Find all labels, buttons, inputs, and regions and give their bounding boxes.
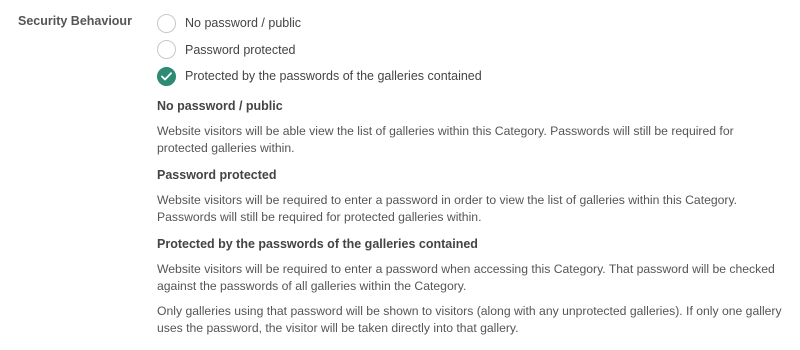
security-behaviour-field: No password / public Password protected …: [157, 10, 787, 346]
security-behaviour-help: No password / public Website visitors wi…: [157, 97, 787, 337]
radio-label-password-protected[interactable]: Password protected: [185, 43, 295, 57]
help-text-gallery-passwords-1: Website visitors will be required to ent…: [157, 261, 775, 293]
help-section-password-protected: Password protected Website visitors will…: [157, 166, 787, 226]
radio-gallery-passwords[interactable]: [157, 66, 176, 86]
radio-label-gallery-passwords[interactable]: Protected by the passwords of the galler…: [185, 69, 482, 83]
help-title-gallery-passwords: Protected by the passwords of the galler…: [157, 236, 478, 251]
help-text-gallery-passwords-2: Only galleries using that password will …: [157, 303, 782, 335]
security-behaviour-radio-group: No password / public Password protected …: [157, 10, 787, 90]
radio-no-password[interactable]: [157, 13, 176, 33]
radio-label-no-password[interactable]: No password / public: [185, 16, 301, 30]
help-text-password-protected: Website visitors will be required to ent…: [157, 192, 738, 224]
check-icon: [161, 72, 172, 81]
help-title-password-protected: Password protected: [157, 167, 277, 182]
security-behaviour-label: Security Behaviour: [18, 14, 132, 28]
help-text-no-password: Website visitors will be able view the l…: [157, 123, 734, 155]
help-section-no-password: No password / public Website visitors wi…: [157, 97, 787, 157]
help-title-no-password: No password / public: [157, 98, 283, 113]
radio-password-protected[interactable]: [157, 40, 176, 60]
radio-option-no-password[interactable]: No password / public: [157, 10, 787, 37]
radio-option-password-protected[interactable]: Password protected: [157, 37, 787, 64]
radio-option-gallery-passwords[interactable]: Protected by the passwords of the galler…: [157, 63, 787, 90]
help-section-gallery-passwords: Protected by the passwords of the galler…: [157, 235, 787, 337]
